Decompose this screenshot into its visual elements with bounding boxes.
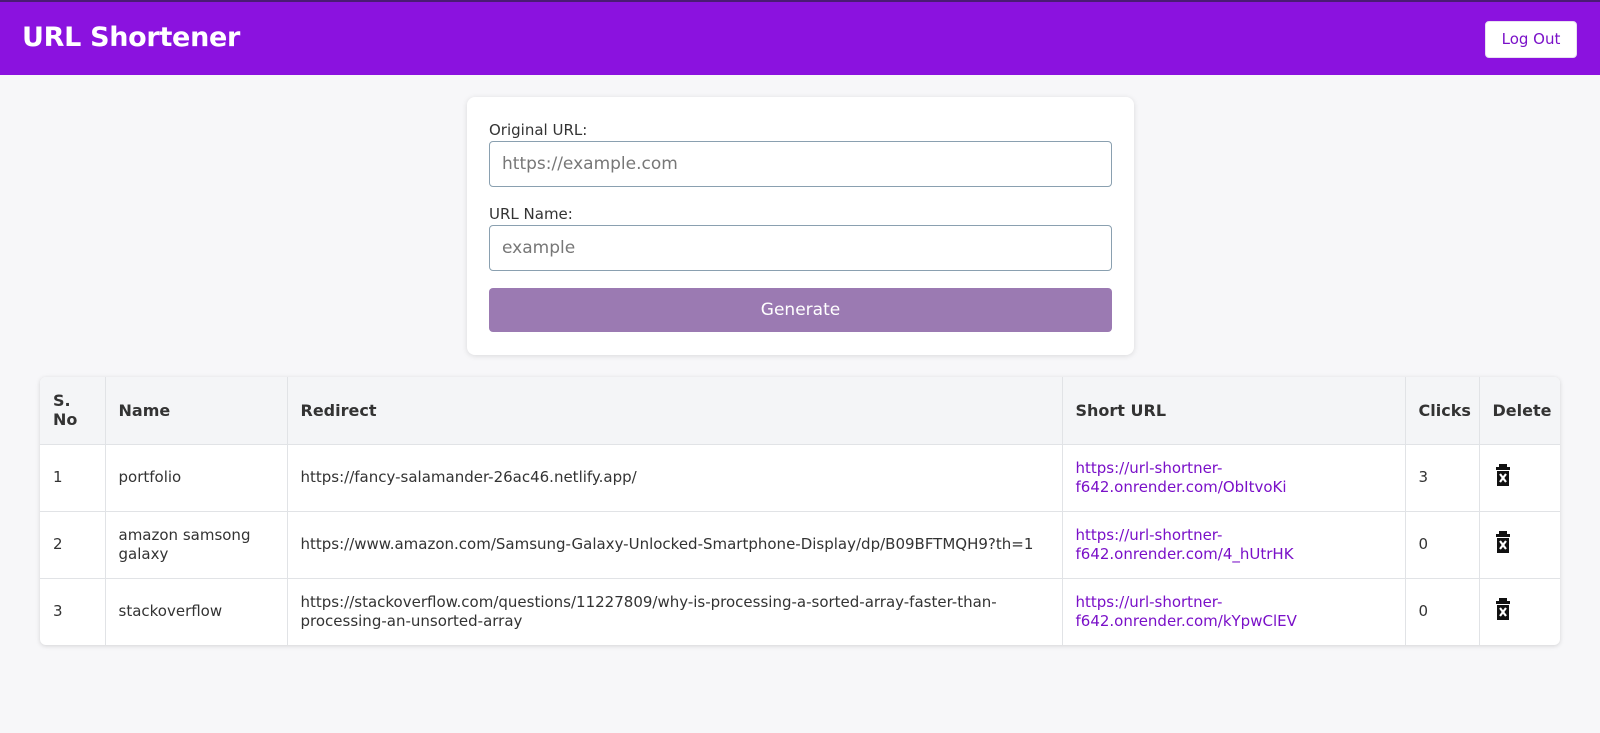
header-short-url: Short URL [1062, 377, 1406, 445]
table-row: 2 amazon samsong galaxy https://www.amaz… [40, 511, 1560, 579]
short-url-link[interactable]: https://url-shortner-f642.onrender.com/4… [1076, 526, 1294, 563]
cell-short-url: https://url-shortner-f642.onrender.com/4… [1062, 511, 1406, 579]
header-redirect: Redirect [287, 377, 1063, 445]
short-url-link[interactable]: https://url-shortner-f642.onrender.com/k… [1076, 593, 1297, 630]
logout-button[interactable]: Log Out [1485, 21, 1577, 58]
table-row: 1 portfolio https://fancy-salamander-26a… [40, 444, 1560, 512]
urls-table: S. No Name Redirect Short URL Clicks Del… [40, 377, 1560, 645]
table-header-row: S. No Name Redirect Short URL Clicks Del… [40, 377, 1560, 445]
url-name-label: URL Name: [489, 205, 573, 223]
cell-delete [1479, 578, 1560, 645]
header-delete: Delete [1479, 377, 1560, 445]
table-row: 3 stackoverflow https://stackoverflow.co… [40, 578, 1560, 645]
urls-table-container: S. No Name Redirect Short URL Clicks Del… [40, 377, 1560, 645]
header-sno: S. No [40, 377, 106, 445]
url-name-input[interactable] [489, 225, 1112, 271]
short-url-link[interactable]: https://url-shortner-f642.onrender.com/O… [1076, 459, 1287, 496]
cell-delete [1479, 444, 1560, 512]
cell-redirect: https://stackoverflow.com/questions/1122… [287, 578, 1063, 645]
cell-short-url: https://url-shortner-f642.onrender.com/O… [1062, 444, 1406, 512]
top-navbar: URL Shortener Log Out [0, 0, 1600, 75]
cell-sno: 1 [40, 444, 106, 512]
cell-redirect: https://fancy-salamander-26ac46.netlify.… [287, 444, 1063, 512]
generate-button[interactable]: Generate [489, 288, 1112, 332]
cell-name: stackoverflow [105, 578, 288, 645]
shorten-form-card: Original URL: URL Name: Generate [467, 97, 1134, 355]
app-title: URL Shortener [22, 22, 241, 53]
original-url-label: Original URL: [489, 121, 588, 139]
trash-icon[interactable] [1494, 463, 1516, 487]
cell-clicks: 3 [1405, 444, 1480, 512]
cell-clicks: 0 [1405, 578, 1480, 645]
cell-sno: 3 [40, 578, 106, 645]
header-clicks: Clicks [1405, 377, 1480, 445]
cell-sno: 2 [40, 511, 106, 579]
original-url-input[interactable] [489, 141, 1112, 187]
cell-name: portfolio [105, 444, 288, 512]
cell-short-url: https://url-shortner-f642.onrender.com/k… [1062, 578, 1406, 645]
cell-name: amazon samsong galaxy [105, 511, 288, 579]
trash-icon[interactable] [1494, 530, 1516, 554]
cell-redirect: https://www.amazon.com/Samsung-Galaxy-Un… [287, 511, 1063, 579]
header-name: Name [105, 377, 288, 445]
cell-clicks: 0 [1405, 511, 1480, 579]
trash-icon[interactable] [1494, 597, 1516, 621]
cell-delete [1479, 511, 1560, 579]
